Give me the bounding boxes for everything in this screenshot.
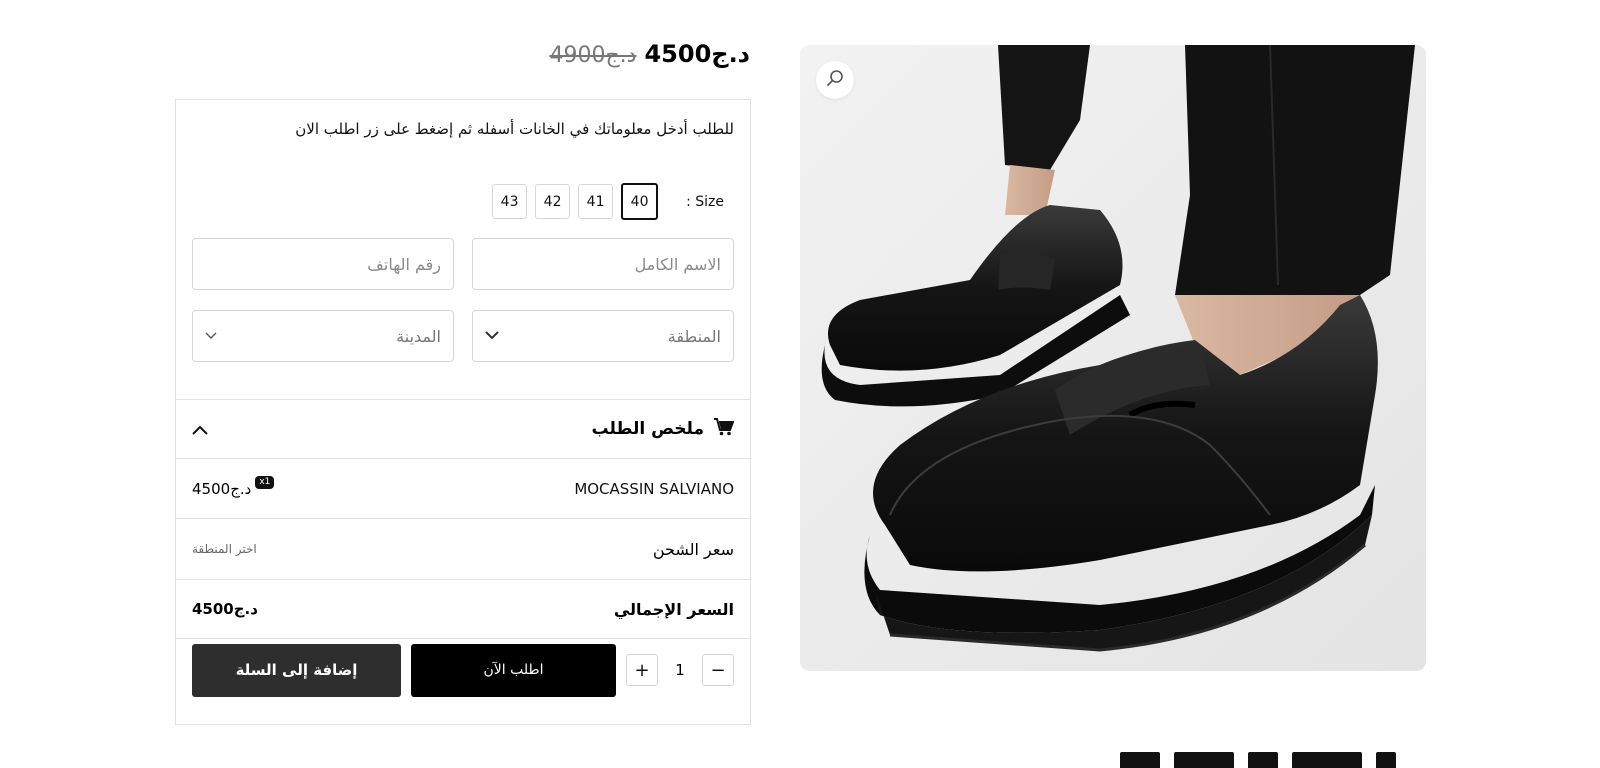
- action-row: إضافة إلى السلة اطلب الآن + 1 −: [192, 643, 734, 697]
- product-image[interactable]: [800, 45, 1426, 671]
- add-to-cart-button[interactable]: إضافة إلى السلة: [192, 643, 401, 697]
- full-name-input[interactable]: [485, 239, 721, 289]
- divider: [176, 638, 750, 639]
- size-option-41[interactable]: 41: [578, 184, 614, 219]
- city-select-value: المدينة: [396, 326, 441, 346]
- next-section-heading-peek: [1120, 752, 1400, 768]
- shipping-label: سعر الشحن: [652, 539, 734, 559]
- region-select-value: المنطقة: [667, 326, 721, 346]
- summary-item-row: MOCASSIN SALVIANO 4500د.ج x1: [192, 459, 734, 518]
- item-price-group: 4500د.ج x1: [192, 476, 275, 498]
- total-value: 4500د.ج: [192, 600, 258, 618]
- price-row: 4500د.ج 4900د.ج: [175, 40, 750, 68]
- quantity-value: 1: [675, 661, 685, 679]
- order-instructions: للطلب أدخل معلوماتك في الخانات أسفله ثم …: [295, 120, 734, 138]
- item-price: 4500د.ج: [192, 479, 252, 498]
- phone-input[interactable]: [205, 239, 441, 289]
- chevron-up-icon[interactable]: [192, 420, 208, 439]
- order-summary-label: ملخص الطلب: [591, 419, 704, 439]
- order-summary-title: ملخص الطلب: [591, 417, 735, 441]
- region-select[interactable]: المنطقة: [472, 310, 734, 362]
- zoom-button[interactable]: [816, 61, 854, 99]
- item-qty-badge: x1: [255, 476, 275, 489]
- cart-icon: [714, 417, 735, 441]
- order-summary-header[interactable]: ملخص الطلب: [192, 400, 735, 458]
- product-photo: [800, 45, 1426, 671]
- search-icon: [826, 69, 844, 91]
- decrease-quantity-button[interactable]: −: [702, 654, 734, 686]
- city-select[interactable]: المدينة: [192, 310, 454, 362]
- size-option-43[interactable]: 43: [492, 184, 528, 219]
- size-selector: Size : 40 41 42 43: [484, 183, 724, 220]
- chevron-down-icon: [485, 329, 499, 344]
- increase-quantity-button[interactable]: +: [626, 654, 658, 686]
- size-option-42[interactable]: 42: [535, 184, 571, 219]
- size-option-40[interactable]: 40: [621, 183, 659, 220]
- total-row: السعر الإجمالي 4500د.ج: [192, 580, 734, 638]
- order-form: للطلب أدخل معلوماتك في الخانات أسفله ثم …: [175, 99, 751, 725]
- total-label: السعر الإجمالي: [613, 599, 734, 619]
- chevron-down-icon: [205, 329, 217, 344]
- order-now-button[interactable]: اطلب الآن: [410, 643, 616, 697]
- old-price: 4900د.ج: [549, 43, 637, 68]
- quantity-stepper: + 1 −: [626, 654, 734, 686]
- shipping-row: سعر الشحن اختر المنطقة: [192, 519, 734, 579]
- size-label: Size :: [686, 193, 724, 210]
- full-name-field[interactable]: [472, 238, 734, 290]
- item-name: MOCASSIN SALVIANO: [574, 479, 734, 498]
- sale-price: 4500د.ج: [644, 40, 750, 68]
- phone-field[interactable]: [192, 238, 454, 290]
- shipping-value: اختر المنطقة: [192, 542, 257, 556]
